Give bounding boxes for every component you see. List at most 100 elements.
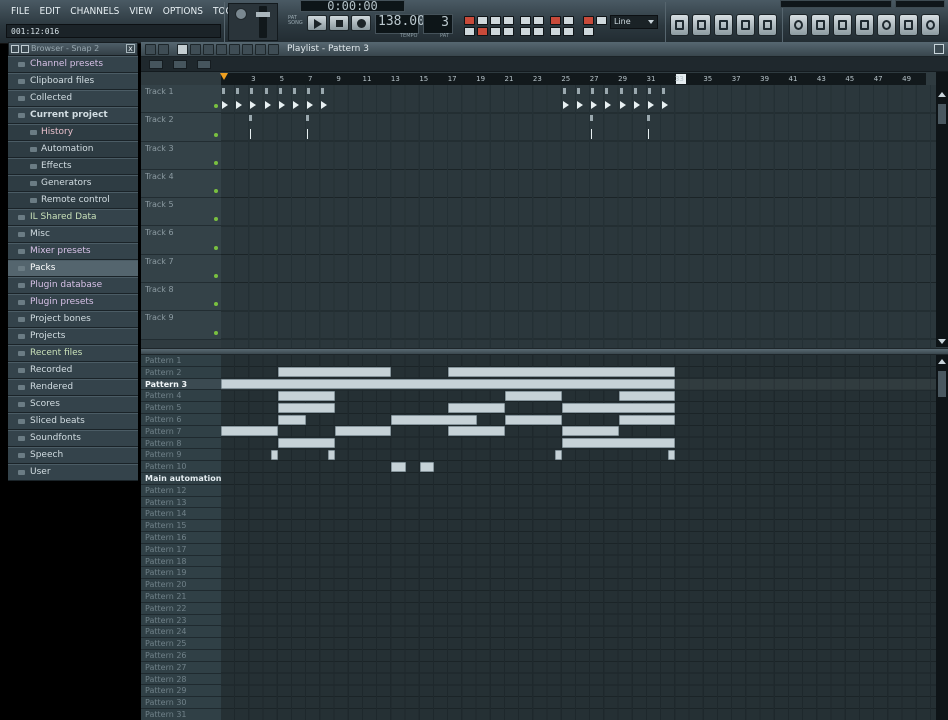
pattern-block[interactable] [448, 367, 676, 378]
menu-file[interactable]: FILE [6, 5, 35, 19]
draw-tool-icon[interactable] [177, 44, 188, 55]
scroll-down-icon[interactable] [938, 339, 946, 344]
save-button[interactable] [833, 14, 852, 36]
browser-item-channel-presets[interactable]: Channel presets [8, 56, 138, 73]
close-icon[interactable]: x [126, 44, 135, 53]
pattern-clip-handle[interactable] [562, 88, 566, 94]
track-header[interactable]: Track 1 [141, 85, 221, 114]
browser-item-soundfonts[interactable]: Soundfonts [8, 430, 138, 447]
playlist-window-button[interactable] [670, 14, 689, 36]
select-tool-icon[interactable] [255, 44, 266, 55]
pattern-block[interactable] [561, 402, 676, 413]
pattern-row-label[interactable]: Pattern 29 [141, 685, 221, 698]
pattern-clip-marker[interactable] [619, 101, 626, 109]
track-grid[interactable] [221, 85, 936, 348]
pattern-row-label[interactable]: Pattern 7 [141, 425, 221, 438]
pattern-row-label[interactable]: Pattern 28 [141, 673, 221, 686]
pattern-block[interactable] [391, 414, 477, 425]
tempo-display[interactable]: 138.000 [375, 14, 433, 34]
pattern-block[interactable] [391, 461, 406, 472]
wait-input-button[interactable] [477, 16, 488, 25]
pattern-row-label[interactable]: Pattern 15 [141, 520, 221, 532]
track-enable-led[interactable] [214, 189, 218, 194]
audio-picker-icon[interactable] [197, 60, 211, 69]
sync-button[interactable] [563, 16, 574, 25]
pattern-row-label[interactable]: Pattern 22 [141, 602, 221, 615]
snap-select[interactable]: Line [610, 15, 658, 29]
pattern-clip-marker[interactable] [250, 129, 252, 139]
pattern-clip-handle[interactable] [293, 88, 296, 94]
file-button[interactable] [899, 14, 918, 36]
scrollbar-thumb[interactable] [938, 371, 946, 397]
pattern-row-label[interactable]: Pattern 6 [141, 413, 221, 426]
cursor-toggle[interactable] [583, 27, 594, 36]
pattern-row-label[interactable]: Pattern 19 [141, 567, 221, 580]
menu-edit[interactable]: EDIT [35, 5, 66, 19]
step-seq-button[interactable] [520, 27, 531, 36]
track-header[interactable]: Track 6 [141, 226, 221, 255]
pattern-clip-marker[interactable] [307, 129, 309, 139]
browser-item-mixer-presets[interactable]: Mixer presets [8, 243, 138, 260]
scroll-up-icon[interactable] [938, 359, 946, 364]
mixer-window-button[interactable] [758, 14, 777, 36]
browser-item-generators[interactable]: Generators [8, 175, 138, 192]
pattern-number-display[interactable]: 3 [423, 14, 453, 34]
pattern-row-label[interactable]: Pattern 20 [141, 579, 221, 591]
pattern-clip-handle[interactable] [577, 88, 580, 94]
piano-roll-window-button[interactable] [714, 14, 733, 36]
browser-item-plugin-presets[interactable]: Plugin presets [8, 294, 138, 311]
track-enable-led[interactable] [214, 245, 218, 250]
punch-button[interactable] [563, 27, 574, 36]
track-enable-led[interactable] [214, 274, 218, 279]
pattern-row-label[interactable]: Pattern 13 [141, 496, 221, 509]
stop-button[interactable] [329, 15, 349, 31]
pattern-row-label[interactable]: Pattern 2 [141, 366, 221, 379]
pattern-row-label[interactable]: Pattern 3 [141, 378, 221, 391]
pattern-clip-marker[interactable] [222, 101, 228, 109]
pattern-block[interactable] [505, 414, 562, 425]
pattern-row-label[interactable]: Pattern 17 [141, 543, 221, 556]
track-header[interactable]: Track 7 [141, 254, 221, 284]
multilink-button[interactable] [520, 16, 531, 25]
pattern-clip-marker[interactable] [307, 101, 314, 109]
track-enable-led[interactable] [214, 217, 218, 222]
pattern-row-label[interactable]: Pattern 4 [141, 390, 221, 403]
rec-button[interactable] [550, 16, 561, 25]
countdown-button[interactable] [490, 16, 501, 25]
metronome-button[interactable] [464, 16, 475, 25]
pattern-clip-handle[interactable] [307, 88, 311, 94]
play-button[interactable] [307, 15, 327, 31]
browser-item-il-shared-data[interactable]: IL Shared Data [8, 209, 138, 226]
browser-item-remote-control[interactable]: Remote control [8, 192, 138, 209]
browser-item-automation[interactable]: Automation [8, 141, 138, 158]
track-header[interactable]: Track 3 [141, 141, 221, 170]
track-enable-led[interactable] [214, 330, 218, 335]
slip-tool-icon[interactable] [229, 44, 240, 55]
playlist-menu-icon[interactable] [145, 44, 156, 55]
pattern-clip-handle[interactable] [619, 88, 623, 94]
pattern-block[interactable] [277, 390, 335, 401]
browser-item-effects[interactable]: Effects [8, 158, 138, 175]
browser-item-misc[interactable]: Misc [8, 226, 138, 243]
pattern-picker-icon[interactable] [149, 60, 163, 69]
pattern-row-label[interactable]: Pattern 14 [141, 508, 221, 521]
browser-item-project-bones[interactable]: Project bones [8, 311, 138, 328]
menu-channels[interactable]: CHANNELS [65, 5, 124, 19]
track-vertical-scrollbar[interactable] [936, 72, 948, 347]
loop-record-button[interactable] [477, 27, 488, 36]
track-enable-led[interactable] [214, 104, 218, 109]
pattern-row-label[interactable]: Pattern 8 [141, 437, 221, 450]
browser-item-sliced-beats[interactable]: Sliced beats [8, 413, 138, 430]
pattern-clip-handle[interactable] [264, 88, 268, 94]
pattern-row-label[interactable]: Pattern 16 [141, 531, 221, 544]
clock-toggle[interactable] [596, 16, 607, 25]
timeline-ruler[interactable]: 3 5 7 9 11 13 15 17 19 21 23 25 27 29 31 33 35 37 39 41 43 45… [220, 73, 926, 85]
browser-item-projects[interactable]: Projects [8, 328, 138, 345]
pattern-block[interactable] [277, 402, 335, 413]
track-header[interactable]: Track 2 [141, 113, 221, 142]
pattern-clip-handle[interactable] [306, 115, 310, 121]
typing-keyboard-button[interactable] [490, 27, 501, 36]
browser-item-collected[interactable]: Collected [8, 90, 138, 107]
pattern-clip-marker[interactable] [662, 101, 669, 109]
step-edit-button[interactable] [464, 27, 475, 36]
